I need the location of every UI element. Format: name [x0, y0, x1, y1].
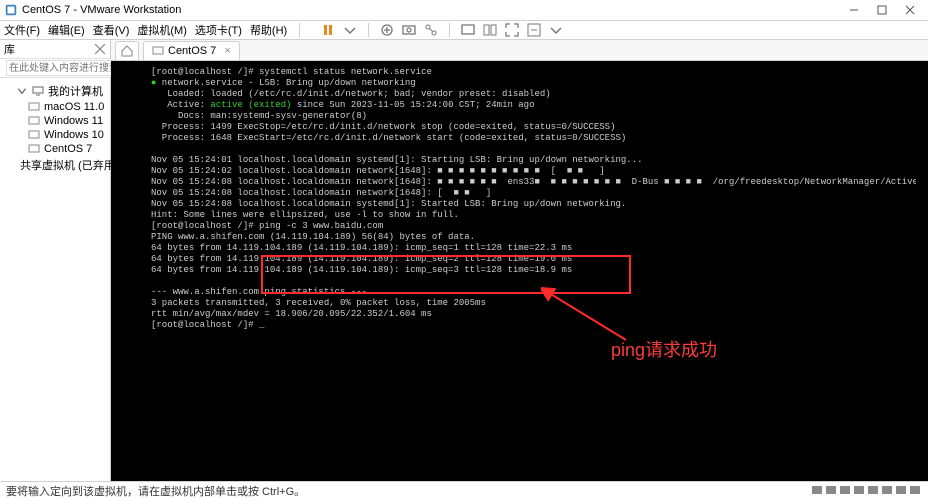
snapshot-mgr-icon[interactable] — [423, 22, 439, 38]
app-logo-icon — [4, 3, 18, 17]
status-bar: 要将输入定向到该虚拟机，请在虚拟机内部单击或按 Ctrl+G。 — [0, 481, 928, 500]
title-bar: CentOS 7 - VMware Workstation — [0, 0, 928, 21]
vm-icon — [28, 101, 40, 113]
close-icon[interactable] — [94, 43, 106, 55]
tree-item-macos[interactable]: macOS 11.0 — [2, 100, 108, 114]
pause-icon[interactable] — [320, 22, 336, 38]
chevron-down-icon — [16, 85, 28, 97]
maximize-button[interactable] — [868, 1, 896, 19]
vm-terminal-output: [root@localhost /]# systemctl status net… — [111, 61, 916, 482]
console-scrollbar[interactable] — [916, 61, 928, 482]
vm-console[interactable]: [root@localhost /]# systemctl status net… — [111, 61, 928, 482]
menu-vm[interactable]: 虚拟机(M) — [137, 22, 187, 38]
tree-item-centos7[interactable]: CentOS 7 — [2, 142, 108, 156]
send-button-icon[interactable] — [379, 22, 395, 38]
console-view-icon[interactable] — [460, 22, 476, 38]
vm-icon — [28, 143, 40, 155]
device-indicator-icon[interactable] — [812, 484, 922, 499]
snapshot-icon[interactable] — [401, 22, 417, 38]
menu-edit[interactable]: 编辑(E) — [48, 22, 85, 38]
vm-icon — [152, 45, 164, 57]
close-button[interactable] — [896, 1, 924, 19]
tab-close-icon[interactable]: × — [224, 45, 230, 57]
status-text: 要将输入定向到该虚拟机，请在虚拟机内部单击或按 Ctrl+G。 — [6, 483, 305, 499]
tabs-row: CentOS 7 × — [111, 40, 928, 61]
menu-file[interactable]: 文件(F) — [4, 22, 40, 38]
home-tab[interactable] — [115, 41, 139, 60]
vm-toolbar — [320, 22, 564, 38]
menu-bar: 文件(F) 编辑(E) 查看(V) 虚拟机(M) 选项卡(T) 帮助(H) — [0, 21, 928, 40]
computer-icon — [32, 85, 44, 97]
right-pane: CentOS 7 × [root@localhost /]# systemctl… — [111, 40, 928, 482]
tab-centos7[interactable]: CentOS 7 × — [143, 41, 240, 60]
tree-root-my-computer[interactable]: 我的计算机 — [2, 82, 108, 100]
tree-shared-vms[interactable]: 共享虚拟机 (已弃用) — [2, 156, 108, 174]
library-pane: 库 我的计算机 macOS 11.0 Window — [0, 40, 111, 482]
window-title: CentOS 7 - VMware Workstation — [22, 4, 181, 16]
library-tree: 我的计算机 macOS 11.0 Windows 11 Windows 10 C… — [0, 78, 110, 178]
home-icon — [121, 45, 133, 57]
minimize-button[interactable] — [840, 1, 868, 19]
menu-help[interactable]: 帮助(H) — [250, 22, 287, 38]
vm-icon — [28, 129, 40, 141]
chevron-down-icon[interactable] — [342, 22, 358, 38]
menu-view[interactable]: 查看(V) — [93, 22, 130, 38]
tree-item-win11[interactable]: Windows 11 — [2, 114, 108, 128]
menu-tabs[interactable]: 选项卡(T) — [195, 22, 242, 38]
unity-view-icon[interactable] — [482, 22, 498, 38]
annotation-text: ping请求成功 — [611, 336, 717, 362]
stretch-icon[interactable] — [526, 22, 542, 38]
library-label: 库 — [4, 41, 15, 57]
chevron-down-icon-2[interactable] — [548, 22, 564, 38]
fullscreen-icon[interactable] — [504, 22, 520, 38]
tree-item-win10[interactable]: Windows 10 — [2, 128, 108, 142]
tab-label: CentOS 7 — [168, 45, 216, 57]
vm-icon — [28, 115, 40, 127]
